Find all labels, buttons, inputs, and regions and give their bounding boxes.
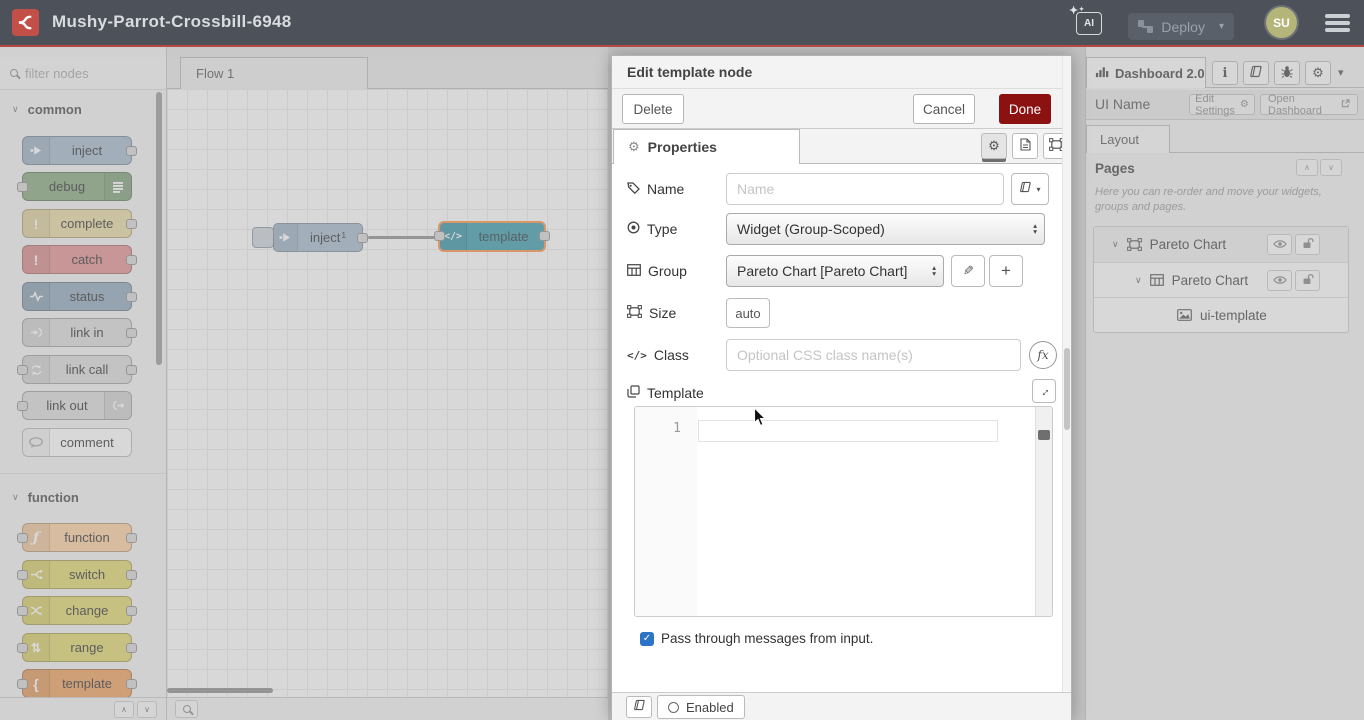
edit-group-button[interactable]: ✎ xyxy=(951,255,985,287)
node-help-button[interactable] xyxy=(626,696,652,718)
chevron-down-icon: ▾ xyxy=(1219,21,1224,32)
class-field[interactable] xyxy=(726,339,1021,371)
done-button[interactable]: Done xyxy=(999,94,1051,124)
tray-footer: Enabled xyxy=(612,692,1071,720)
sparkle-icon: ✦ xyxy=(1069,4,1078,17)
flow-title: Mushy-Parrot-Crossbill-6948 xyxy=(52,12,292,32)
editor-scrollbar-thumb[interactable] xyxy=(1038,430,1050,440)
name-field[interactable] xyxy=(726,173,1004,205)
description-tab-button[interactable] xyxy=(1012,133,1038,159)
size-button[interactable]: auto xyxy=(726,298,770,328)
properties-form: Name ▾ Type Widget (Group-S xyxy=(612,164,1062,692)
template-code-editor[interactable]: 1 xyxy=(634,406,1053,617)
editor-gutter: 1 xyxy=(635,407,697,616)
name-field-label: Name xyxy=(627,173,684,205)
mouse-cursor xyxy=(753,407,768,433)
enabled-circle-icon xyxy=(668,702,679,713)
tray-scrollbar-thumb[interactable] xyxy=(1064,348,1070,430)
cancel-button[interactable]: Cancel xyxy=(913,94,975,124)
code-icon: </> xyxy=(627,349,647,362)
deploy-button[interactable]: Deploy ▾ xyxy=(1128,13,1234,40)
select-arrows-icon: ▴▾ xyxy=(1033,214,1037,244)
type-field-label: Type xyxy=(627,213,677,245)
group-field-label: Group xyxy=(627,255,687,287)
fx-expression-button[interactable]: fx xyxy=(1029,341,1057,369)
table-icon xyxy=(627,263,641,279)
properties-tab-button[interactable]: ⚙ xyxy=(981,133,1007,159)
object-group-icon xyxy=(627,305,642,321)
circle-dot-icon xyxy=(627,221,640,237)
gear-icon: ⚙ xyxy=(988,138,1000,154)
book-icon xyxy=(1019,180,1032,198)
deploy-nodes-icon xyxy=(1138,20,1153,33)
tray-tab-bar: ⚙ Properties ⚙ xyxy=(612,129,1071,164)
tray-scrollbar[interactable] xyxy=(1062,56,1071,692)
template-field-label: Template xyxy=(627,377,704,409)
book-icon xyxy=(633,698,646,716)
document-icon xyxy=(1020,138,1031,154)
edit-node-tray: Edit template node Delete Cancel Done ⚙ … xyxy=(611,55,1072,720)
header-bar: Mushy-Parrot-Crossbill-6948 ✦ ✦ AI Deplo… xyxy=(0,0,1364,45)
node-enabled-toggle[interactable]: Enabled xyxy=(657,695,745,719)
header-accent-line xyxy=(0,45,1364,47)
ai-assistant-button[interactable]: ✦ ✦ AI xyxy=(1076,12,1102,35)
copy-pages-icon xyxy=(627,385,640,401)
user-avatar[interactable]: SU xyxy=(1266,7,1297,38)
expand-editor-button[interactable]: ↔ xyxy=(1032,379,1056,403)
type-select[interactable]: Widget (Group-Scoped) ▴▾ xyxy=(726,213,1045,245)
pencil-icon: ✎ xyxy=(963,263,974,279)
tray-button-bar: Delete Cancel Done xyxy=(612,89,1071,129)
passthrough-row: ✓ Pass through messages from input. xyxy=(640,631,873,646)
delete-button[interactable]: Delete xyxy=(622,94,684,124)
select-arrows-icon: ▴▾ xyxy=(932,256,936,286)
expand-diagonal-icon: ↔ xyxy=(1035,382,1053,400)
main-menu-button[interactable] xyxy=(1325,14,1350,32)
chevron-down-icon: ▾ xyxy=(1036,185,1040,194)
passthrough-checkbox[interactable]: ✓ xyxy=(640,632,654,646)
group-select[interactable]: Pareto Chart [Pareto Chart] ▴▾ xyxy=(726,255,944,287)
class-field-label: </> Class xyxy=(627,339,689,371)
tag-icon xyxy=(627,181,640,197)
gear-icon: ⚙ xyxy=(628,139,640,155)
add-group-button[interactable]: + xyxy=(989,255,1023,287)
editor-scrollbar[interactable] xyxy=(1035,407,1052,616)
node-red-editor: Mushy-Parrot-Crossbill-6948 ✦ ✦ AI Deplo… xyxy=(0,0,1364,720)
tab-properties[interactable]: ⚙ Properties xyxy=(613,129,800,164)
name-config-button[interactable]: ▾ xyxy=(1011,173,1049,205)
size-field-label: Size xyxy=(627,297,676,329)
editor-active-line xyxy=(698,420,998,442)
line-number: 1 xyxy=(673,421,681,436)
sparkle-icon: ✦ xyxy=(1079,6,1084,13)
tray-title: Edit template node xyxy=(612,56,1071,89)
node-red-logo-icon[interactable] xyxy=(12,9,39,36)
